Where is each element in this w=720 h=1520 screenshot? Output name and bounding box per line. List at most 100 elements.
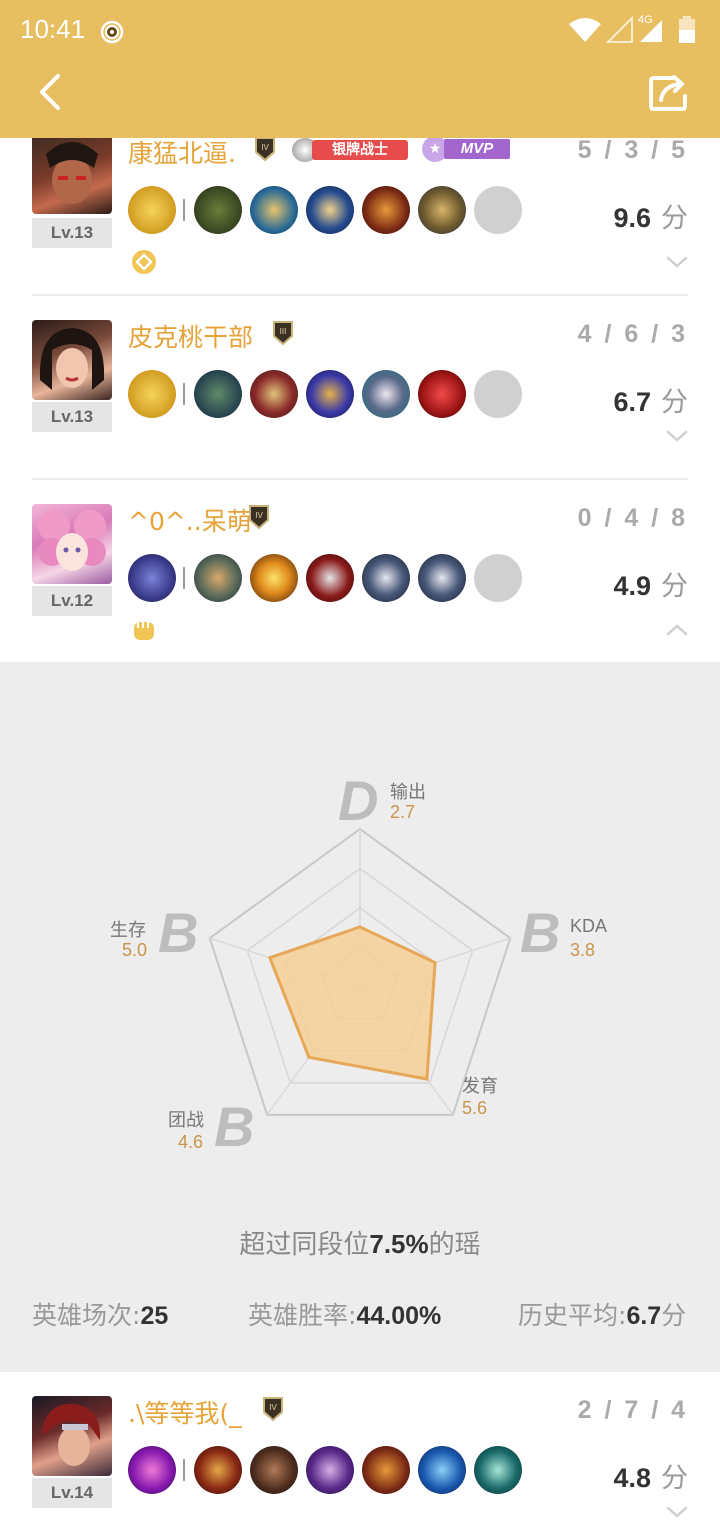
target-app-icon <box>100 20 124 44</box>
battery-icon <box>679 16 695 43</box>
share-icon[interactable] <box>648 72 690 112</box>
svg-text:IV: IV <box>255 511 263 520</box>
tier-badge-icon: IV <box>249 505 269 530</box>
score-value: 9.6 <box>613 203 651 233</box>
player-row[interactable]: Lv.14 .\等等我(_ IV 2 / 7 / 4 4.8 分 <box>0 1372 720 1520</box>
player-name[interactable]: ^0^..呆萌 <box>128 502 252 538</box>
equipment-item-icon <box>418 370 466 418</box>
level-tag: Lv.13 <box>32 402 112 432</box>
player-name[interactable]: 康猛北逼. <box>128 134 236 170</box>
equipment-item-icon <box>194 186 242 234</box>
score-value: 6.7 <box>613 387 651 417</box>
avg-unit: 分 <box>661 1301 687 1330</box>
score-value: 4.9 <box>613 571 651 601</box>
summoner-skill-icon <box>128 186 176 234</box>
kda-text: 5 / 3 / 5 <box>577 136 688 164</box>
hero-avatar <box>32 1396 112 1476</box>
grade-teamfight: B <box>214 1095 255 1158</box>
chevron-down-icon[interactable] <box>666 256 688 268</box>
stat-value-output: 2.7 <box>390 802 416 822</box>
equipment-item-icon <box>418 186 466 234</box>
player-row[interactable]: Lv.13 皮克桃干部 III 4 / 6 / 3 6.7 分 <box>0 296 720 480</box>
summoner-skill-icon <box>128 554 176 602</box>
svg-text:III: III <box>280 327 287 336</box>
hero-winrate-stat: 英雄胜率:44.00% <box>248 1296 441 1332</box>
equipment-item-icon <box>362 1446 410 1494</box>
equipment-item-icon <box>474 1446 522 1494</box>
equipment-item-icon <box>306 370 354 418</box>
chevron-down-icon[interactable] <box>666 1506 688 1518</box>
hero-stats-panel: D 输出 2.7 B KDA 3.8 发育 5.6 B 团战 4.6 B 生存 … <box>0 662 720 1372</box>
score-unit: 分 <box>661 387 688 417</box>
equipment-item-icon <box>306 186 354 234</box>
winrate-value: 44.00% <box>356 1302 442 1330</box>
status-bar: 10:41 4G <box>0 0 720 60</box>
tier-badge-icon: III <box>273 321 293 346</box>
svg-text:IV: IV <box>269 1403 277 1412</box>
equipment-item-icon <box>194 370 242 418</box>
chevron-down-icon[interactable] <box>666 430 688 442</box>
badge-label: 银牌战士 <box>312 140 408 160</box>
stat-value-survival: 5.0 <box>122 940 148 960</box>
stat-label-growth: 发育 <box>462 1076 498 1097</box>
wifi-icon <box>569 18 601 42</box>
equipment-item-icon <box>306 554 354 602</box>
score-value: 4.8 <box>613 1463 651 1493</box>
level-tag: Lv.13 <box>32 218 112 248</box>
score-unit: 分 <box>661 571 688 601</box>
hero-avatar <box>32 134 112 214</box>
kda-text: 2 / 7 / 4 <box>577 1396 688 1424</box>
equipment-item-icon <box>194 1446 242 1494</box>
signal-empty-icon <box>606 16 633 43</box>
grade-kda: B <box>520 901 561 964</box>
winrate-label: 英雄胜率: <box>248 1301 357 1330</box>
radar-chart <box>208 827 512 1116</box>
equipment-item-icon <box>418 554 466 602</box>
stat-label-teamfight: 团战 <box>168 1110 204 1131</box>
player-name[interactable]: 皮克桃干部 <box>128 318 253 354</box>
equipment-item-icon <box>418 1446 466 1494</box>
equipment-item-icon <box>362 554 410 602</box>
stat-label-survival: 生存 <box>110 920 146 941</box>
matches-value: 25 <box>140 1302 169 1330</box>
equipment-item-icon <box>362 370 410 418</box>
empty-item-slot <box>474 186 522 234</box>
item-separator <box>183 199 185 221</box>
chevron-up-icon[interactable] <box>666 624 688 636</box>
level-tag: Lv.14 <box>32 1478 112 1508</box>
tier-badge-icon: IV <box>255 137 275 162</box>
level-tag: Lv.12 <box>32 586 112 616</box>
equipment-item-icon <box>250 554 298 602</box>
score-text: 6.7 分 <box>613 380 688 419</box>
stat-label-kda: KDA <box>570 916 608 936</box>
hero-avatar <box>32 504 112 584</box>
hero-avatar <box>32 320 112 400</box>
player-name[interactable]: .\等等我(_ <box>128 1394 242 1430</box>
equipment-item-icon <box>250 1446 298 1494</box>
fist-icon <box>134 621 154 640</box>
summoner-skill-icon <box>128 370 176 418</box>
summary-prefix: 超过同段位 <box>239 1230 370 1260</box>
empty-item-slot <box>474 554 522 602</box>
summoner-skill-icon <box>128 1446 176 1494</box>
item-separator <box>183 567 185 589</box>
hero-matches-stat: 英雄场次:25 <box>32 1296 168 1332</box>
silver-warrior-badge: 银牌战士 <box>292 138 410 162</box>
chevron-left-icon[interactable] <box>36 72 66 112</box>
radar-data-area <box>267 925 437 1081</box>
stat-value-growth: 5.6 <box>462 1098 488 1118</box>
mvp-label: MVP <box>444 139 510 159</box>
summary-percent: 7.5% <box>369 1229 429 1259</box>
player-row[interactable]: Lv.12 ^0^..呆萌 IV 0 / 4 / 8 4.9 分 <box>0 480 720 662</box>
status-time: 10:41 <box>20 14 86 44</box>
empty-item-slot <box>474 370 522 418</box>
equipment-item-icon <box>362 186 410 234</box>
tier-badge-icon: IV <box>263 1397 283 1422</box>
equipment-item-icon <box>250 370 298 418</box>
grade-output: D <box>338 769 379 832</box>
avg-label: 历史平均: <box>518 1301 627 1330</box>
avg-value: 6.7 <box>626 1302 662 1330</box>
kda-text: 0 / 4 / 8 <box>577 504 688 532</box>
equipment-item-icon <box>194 554 242 602</box>
kda-text: 4 / 6 / 3 <box>577 320 688 348</box>
